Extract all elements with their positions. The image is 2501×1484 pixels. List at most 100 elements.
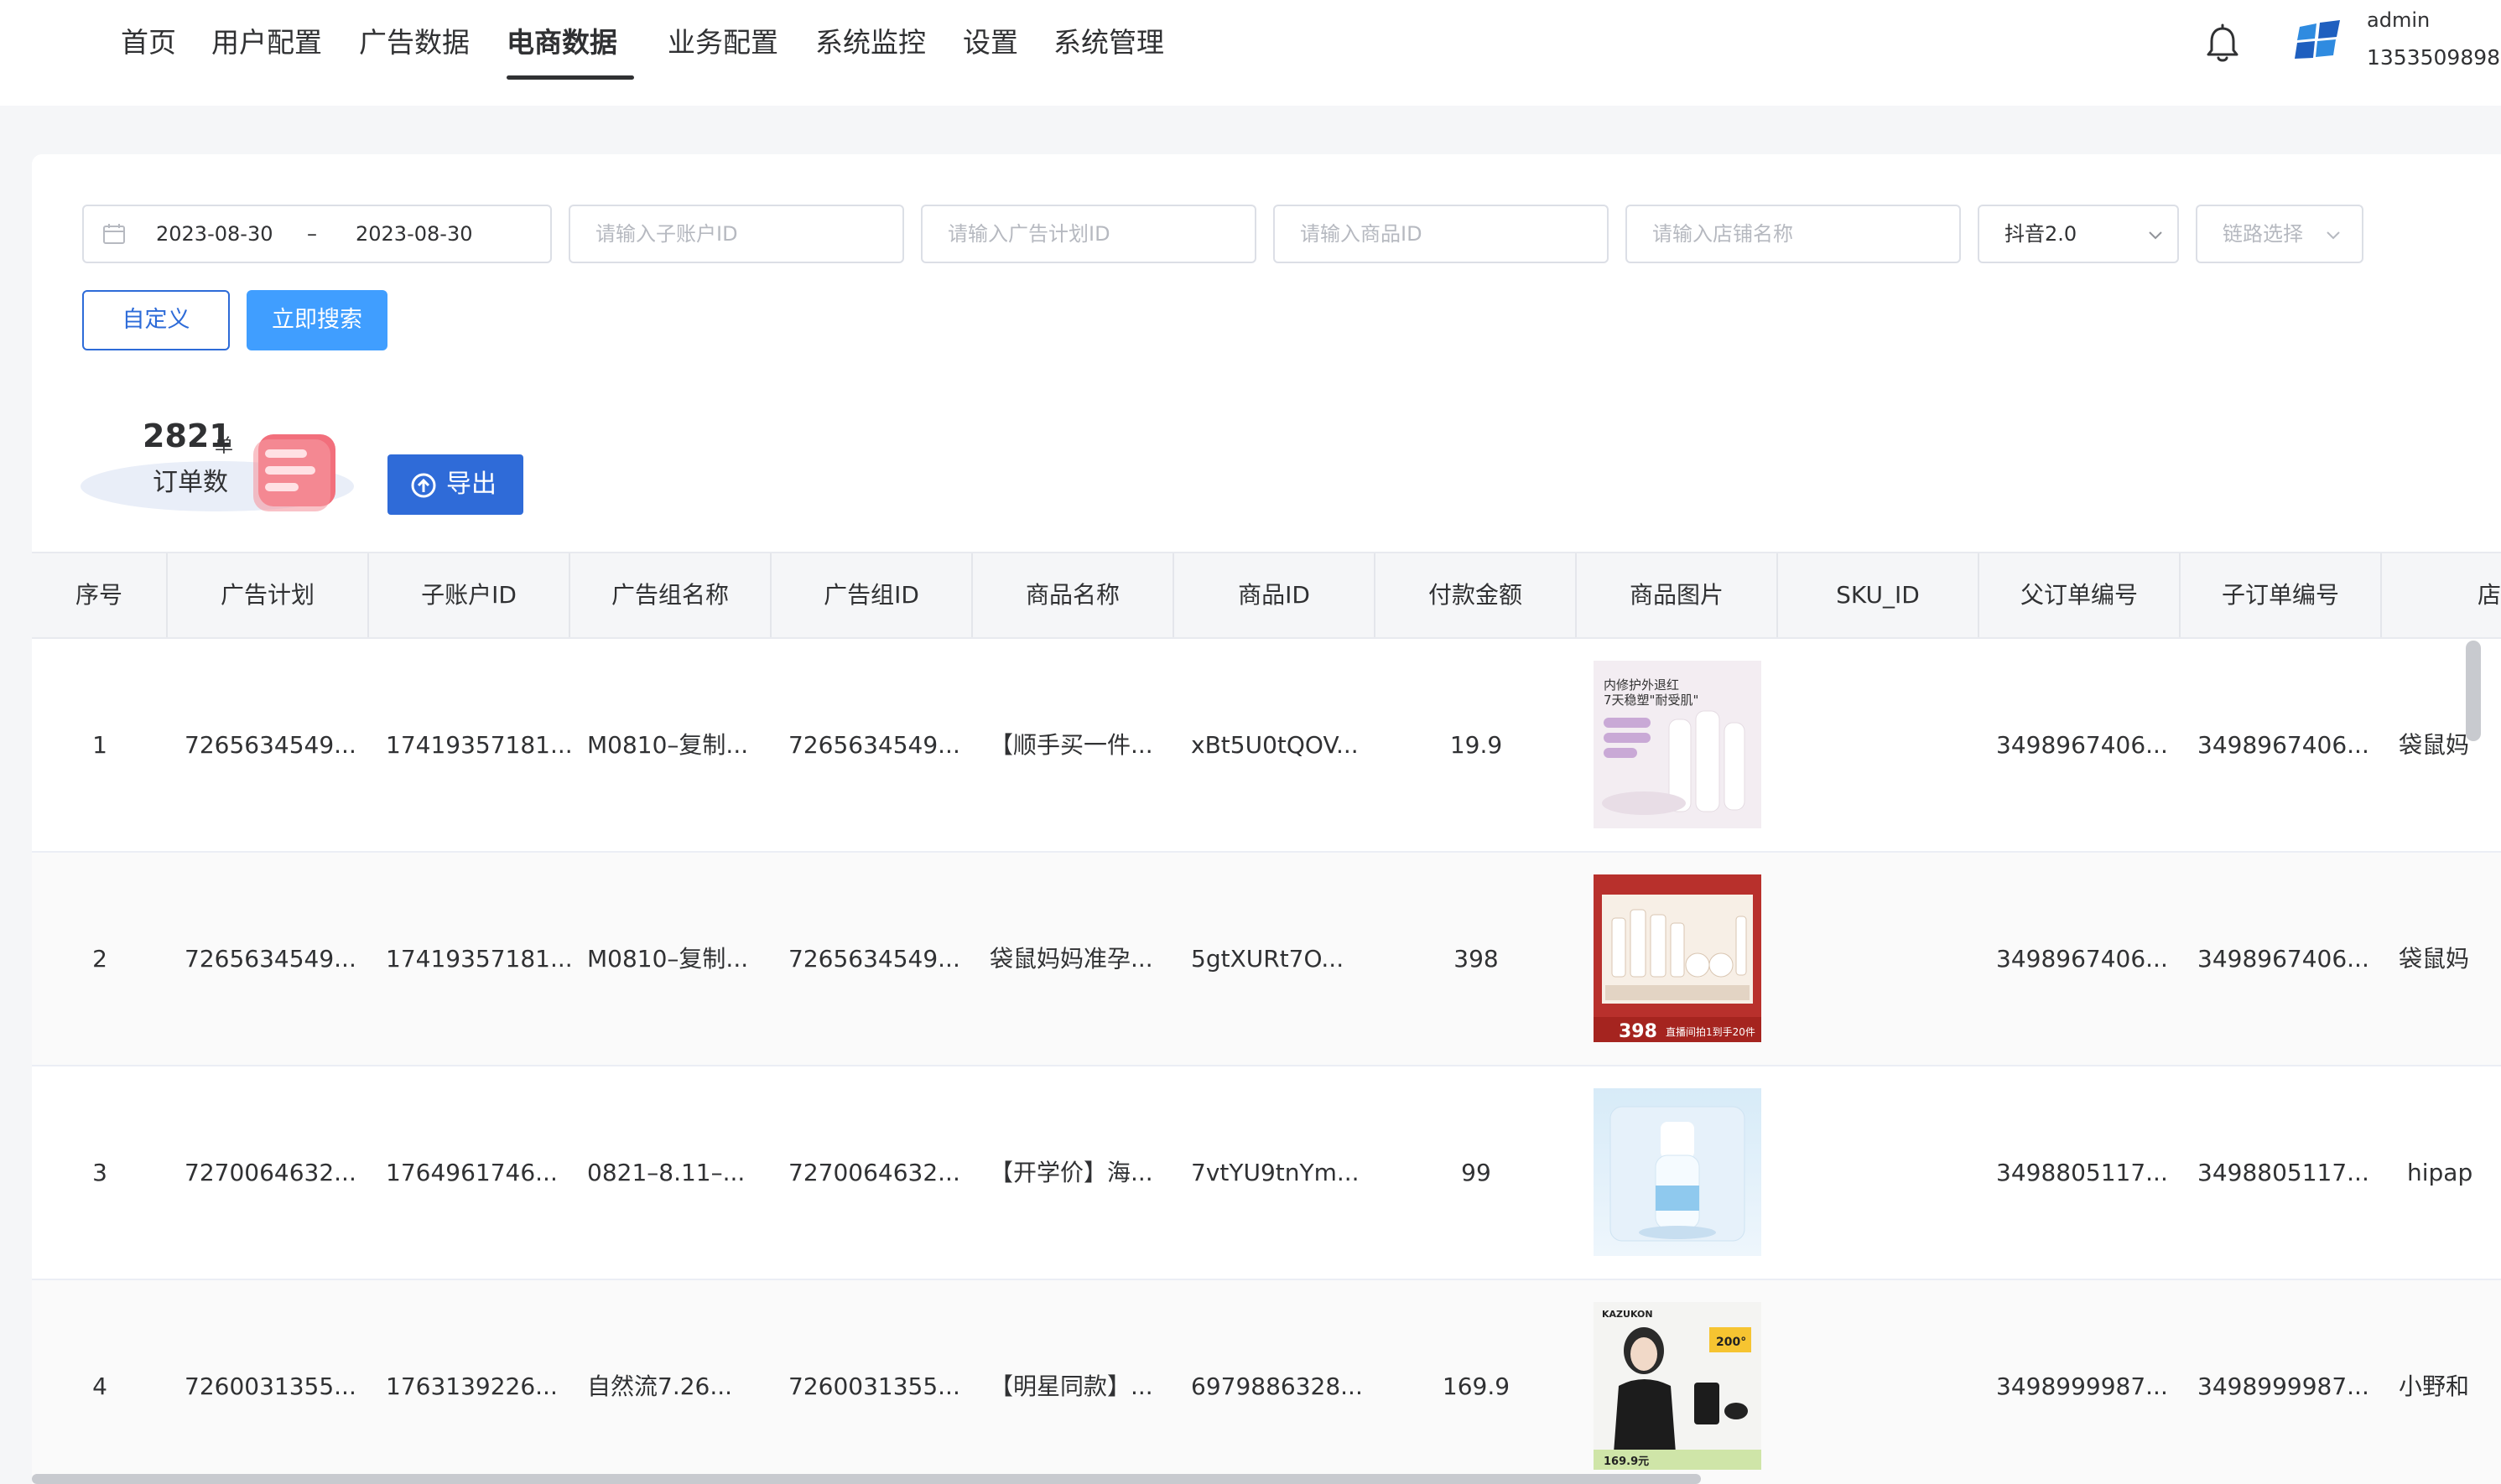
cell-index: 3: [92, 1159, 107, 1186]
table-row[interactable]: 1 7265634549... 17419357181... M0810–复制.…: [32, 639, 2501, 853]
cell-sku-id: [1778, 853, 1979, 1065]
cell-shop: 小野和: [2399, 1372, 2470, 1400]
cell-parent-order: 3498999987...: [1996, 1372, 2168, 1400]
thumb-text: 直播间拍1到手20件: [1666, 1025, 1755, 1038]
table-row[interactable]: 4 7260031355... 1763139226... 自然流7.26...…: [32, 1280, 2501, 1484]
sub-account-id-input[interactable]: 请输入子账户ID: [569, 205, 904, 263]
nav-active-indicator: [507, 75, 634, 80]
thumb-text: 7天稳塑"耐受肌": [1604, 693, 1698, 708]
nav-ad-data[interactable]: 广告数据: [359, 22, 470, 64]
cell-product-id: 5gtXURt7O...: [1191, 945, 1344, 973]
col-amount: 付款金额: [1375, 553, 1577, 637]
chevron-down-icon: [2327, 231, 2340, 240]
chevron-down-icon: [2149, 231, 2162, 240]
ad-plan-id-placeholder: 请输入广告计划ID: [948, 222, 1110, 246]
main-card: 2023-08-30 – 2023-08-30 请输入子账户ID 请输入广告计划…: [32, 154, 2501, 1484]
col-parent-order: 父订单编号: [1979, 553, 2181, 637]
cell-sub-account: 17419357181...: [386, 945, 570, 973]
cell-child-order: 3498967406...: [2197, 731, 2369, 759]
cell-child-order: 3498805117...: [2197, 1159, 2369, 1186]
cell-group-name: 0821–8.11–...: [587, 1159, 746, 1186]
date-start[interactable]: 2023-08-30: [156, 206, 273, 262]
thumb-text: KAZUKON: [1602, 1309, 1653, 1320]
cell-group-id: 7260031355...: [788, 1372, 960, 1400]
cell-product-image: 398 直播间拍1到手20件: [1577, 853, 1778, 1065]
nav-system-monitor[interactable]: 系统监控: [815, 22, 926, 64]
export-label: 导出: [446, 470, 497, 499]
cell-group-id: 7265634549...: [788, 731, 960, 759]
date-end[interactable]: 2023-08-30: [356, 206, 472, 262]
thumb-text: 398: [1619, 1021, 1657, 1042]
shop-name-placeholder: 请输入店铺名称: [1652, 222, 1793, 246]
export-button[interactable]: 导出: [387, 454, 523, 515]
nav-system-admin[interactable]: 系统管理: [1053, 22, 1164, 64]
order-count-unit: 单: [215, 436, 234, 457]
platform-select[interactable]: 抖音2.0: [1978, 205, 2179, 263]
logo-icon: [2295, 20, 2340, 59]
sub-account-id-placeholder: 请输入子账户ID: [595, 222, 738, 246]
bell-icon[interactable]: [2204, 23, 2241, 64]
col-product-image: 商品图片: [1577, 553, 1778, 637]
user-phone: 13535098989: [2367, 45, 2501, 70]
cell-ad-plan: 7260031355...: [185, 1372, 356, 1400]
col-product-id: 商品ID: [1174, 553, 1375, 637]
col-ad-plan: 广告计划: [168, 553, 369, 637]
cell-product-image: [1577, 1066, 1778, 1279]
order-count-label: 订单数: [153, 468, 228, 497]
cell-product-id: 7vtYU9tnYm...: [1191, 1159, 1360, 1186]
thumb-text: 内修护外退红: [1604, 677, 1679, 693]
date-range-picker[interactable]: 2023-08-30 – 2023-08-30: [82, 205, 552, 263]
cell-product-id: 6979886328...: [1191, 1372, 1363, 1400]
horizontal-scrollbar[interactable]: [32, 1474, 1701, 1484]
nav-user-config[interactable]: 用户配置: [211, 22, 322, 64]
ad-plan-id-input[interactable]: 请输入广告计划ID: [921, 205, 1256, 263]
cell-shop: 袋鼠妈: [2399, 945, 2470, 973]
cell-sub-account: 1764961746...: [386, 1159, 558, 1186]
cell-shop: 袋鼠妈: [2399, 731, 2470, 759]
product-thumbnail[interactable]: [1594, 1088, 1761, 1256]
nav-settings[interactable]: 设置: [963, 22, 1018, 64]
cell-parent-order: 3498967406...: [1996, 945, 2168, 973]
cell-amount: 398: [1453, 945, 1499, 973]
nav-home[interactable]: 首页: [121, 22, 176, 64]
cell-product-image: 内修护外退红 7天稳塑"耐受肌": [1577, 639, 1778, 851]
cell-sku-id: [1778, 1280, 1979, 1484]
upload-icon: [411, 473, 436, 498]
table-row[interactable]: 3 7270064632... 1764961746... 0821–8.11–…: [32, 1066, 2501, 1280]
cell-amount: 99: [1461, 1159, 1491, 1186]
cell-product-name: 【顺手买一件...: [990, 731, 1153, 759]
shop-name-input[interactable]: 请输入店铺名称: [1625, 205, 1961, 263]
link-select-placeholder: 链路选择: [2223, 222, 2303, 246]
calendar-icon: [103, 224, 125, 244]
product-id-input[interactable]: 请输入商品ID: [1273, 205, 1609, 263]
col-product-name: 商品名称: [973, 553, 1174, 637]
nav-ecommerce-data[interactable]: 电商数据: [507, 22, 617, 64]
order-stat-icon: [253, 434, 335, 511]
table-row[interactable]: 2 7265634549... 17419357181... M0810–复制.…: [32, 853, 2501, 1066]
cell-index: 1: [92, 731, 107, 759]
cell-index: 2: [92, 945, 107, 973]
product-thumbnail[interactable]: 内修护外退红 7天稳塑"耐受肌": [1594, 661, 1761, 828]
vertical-scrollbar[interactable]: [2466, 641, 2481, 741]
cell-parent-order: 3498805117...: [1996, 1159, 2168, 1186]
cell-amount: 169.9: [1442, 1372, 1510, 1400]
cell-group-name: M0810–复制...: [587, 731, 749, 759]
col-shop: 店: [2477, 581, 2501, 609]
col-sku-id: SKU_ID: [1778, 553, 1979, 637]
cell-sku-id: [1778, 639, 1979, 851]
cell-product-name: 【明星同款】...: [990, 1372, 1153, 1400]
product-thumbnail[interactable]: KAZUKON 200° 169.9元: [1594, 1302, 1761, 1470]
nav-business-config[interactable]: 业务配置: [668, 22, 778, 64]
cell-child-order: 3498967406...: [2197, 945, 2369, 973]
product-thumbnail[interactable]: 398 直播间拍1到手20件: [1594, 874, 1761, 1042]
cell-group-name: 自然流7.26...: [587, 1372, 733, 1400]
table-header: 序号 广告计划 子账户ID 广告组名称 广告组ID 商品名称 商品ID 付款金额…: [32, 552, 2501, 639]
cell-child-order: 3498999987...: [2197, 1372, 2369, 1400]
link-select[interactable]: 链路选择: [2196, 205, 2363, 263]
thumb-text: 200°: [1716, 1336, 1746, 1349]
user-name[interactable]: admin: [2367, 8, 2430, 32]
col-child-order: 子订单编号: [2181, 553, 2382, 637]
cell-product-image: KAZUKON 200° 169.9元: [1577, 1280, 1778, 1484]
search-button[interactable]: 立即搜索: [247, 290, 387, 350]
custom-button[interactable]: 自定义: [82, 290, 230, 350]
